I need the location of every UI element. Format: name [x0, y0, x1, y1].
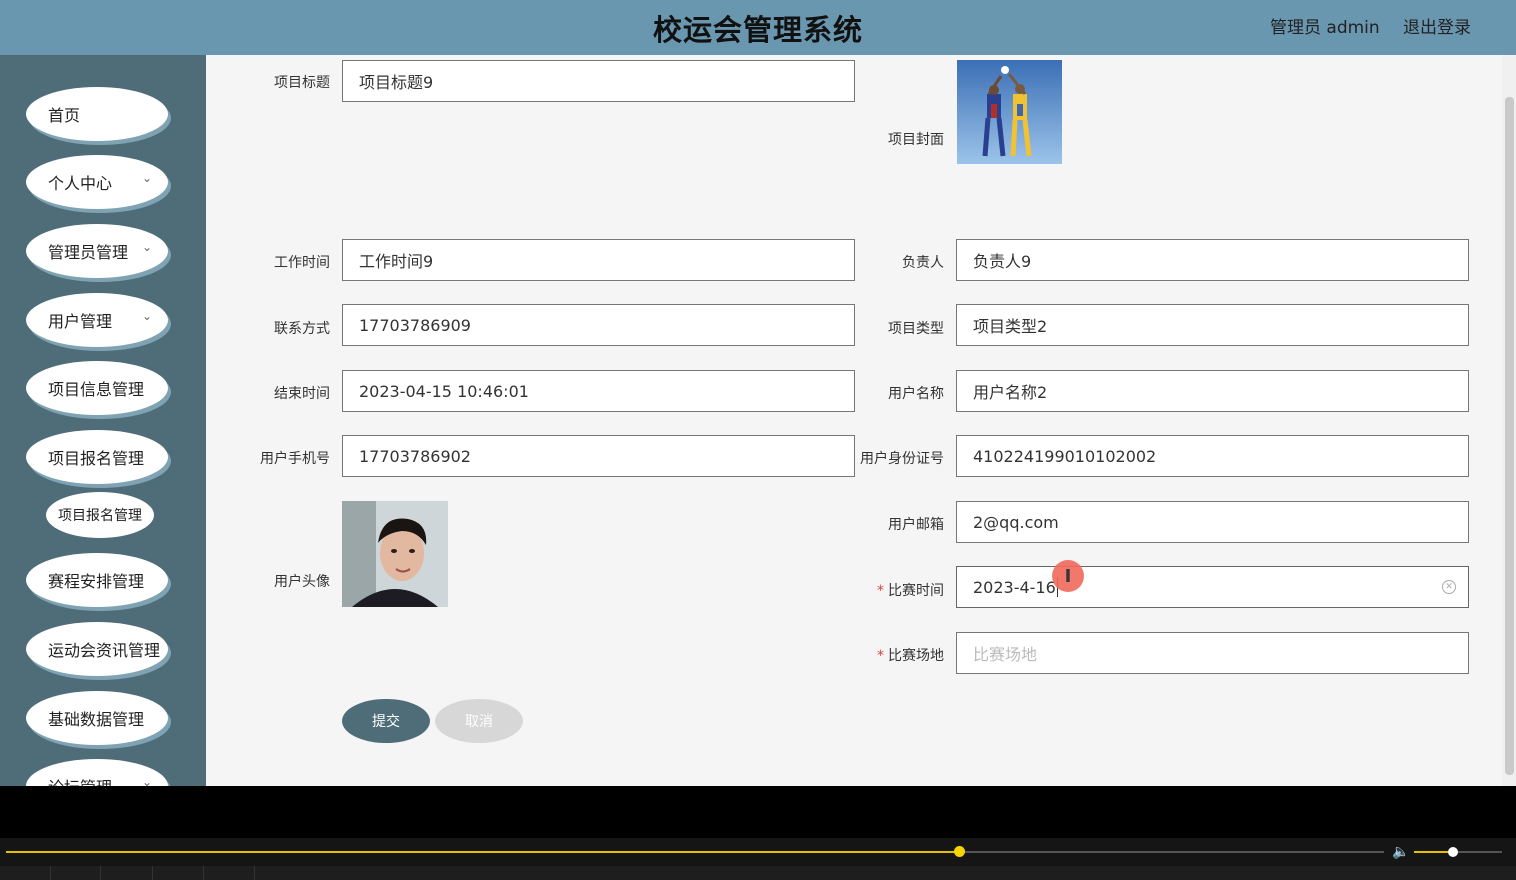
user-name-label: 用户名称 [888, 386, 944, 402]
chevron-down-icon: ⌄ [141, 309, 152, 323]
contact-label: 联系方式 [274, 321, 330, 337]
sidebar-item-base-data[interactable]: 基础数据管理 [26, 691, 168, 745]
match-time-value: 2023-4-16 [973, 577, 1056, 597]
manager-field[interactable]: 负责人9 [956, 239, 1469, 281]
sidebar-item-news[interactable]: 运动会资讯管理 [26, 622, 168, 676]
logout-link[interactable]: 退出登录 [1403, 13, 1471, 38]
match-time-field[interactable]: 2023-4-16 ✕ [956, 566, 1469, 608]
sidebar-item-label: 基础数据管理 [48, 710, 145, 729]
volume-handle[interactable] [1448, 847, 1458, 857]
user-email-field[interactable]: 2@qq.com [956, 501, 1469, 543]
title-label: 项目标题 [274, 75, 330, 91]
sidebar-item-label: 管理员管理 [48, 243, 129, 262]
sidebar-item-label: 首页 [48, 106, 81, 125]
end-time-label: 结束时间 [274, 386, 330, 402]
volume-slider[interactable] [1414, 847, 1502, 857]
work-time-field[interactable]: 工作时间9 [342, 239, 855, 281]
seek-progress [6, 851, 959, 853]
user-phone-field[interactable]: 17703786902 [342, 435, 855, 477]
sidebar-item-admin-management[interactable]: 管理员管理 ⌄ [26, 224, 168, 278]
sidebar-item-home[interactable]: 首页 [26, 87, 168, 141]
sidebar-item-label: 个人中心 [48, 174, 113, 193]
sidebar-item-user-management[interactable]: 用户管理 ⌄ [26, 293, 168, 347]
match-venue-label: * 比赛场地 [877, 648, 944, 664]
sidebar-item-label: 赛程安排管理 [48, 572, 145, 591]
divider [50, 866, 51, 880]
user-id-label: 用户身份证号 [860, 451, 944, 467]
user-name-field[interactable]: 用户名称2 [956, 370, 1469, 412]
sidebar-item-label: 运动会资讯管理 [48, 641, 161, 660]
chevron-down-icon: ⌄ [141, 775, 152, 786]
vertical-scrollbar[interactable] [1502, 55, 1516, 786]
divider [203, 866, 204, 880]
user-phone-label: 用户手机号 [260, 451, 330, 467]
seek-handle[interactable] [954, 846, 965, 857]
match-time-label: * 比赛时间 [877, 583, 944, 599]
required-mark: * [877, 583, 884, 599]
avatar-image [342, 501, 448, 607]
type-field[interactable]: 项目类型2 [956, 304, 1469, 346]
end-time-field[interactable]: 2023-04-15 10:46:01 [342, 370, 855, 412]
cover-image [957, 60, 1062, 164]
scrollbar-thumb[interactable] [1505, 97, 1514, 775]
cancel-button[interactable]: 取消 [435, 699, 523, 743]
match-venue-field[interactable]: 比赛场地 [956, 632, 1469, 674]
divider [100, 866, 101, 880]
clear-icon[interactable]: ✕ [1442, 580, 1456, 594]
current-user[interactable]: 管理员 admin [1270, 13, 1380, 38]
divider [254, 866, 255, 880]
sidebar-item-label: 项目报名管理 [48, 449, 145, 468]
sidebar-item-project-signup[interactable]: 项目报名管理 [26, 430, 168, 484]
type-label: 项目类型 [888, 321, 944, 337]
player-bottom-strip [0, 866, 1516, 880]
chevron-down-icon: ⌄ [141, 240, 152, 254]
top-header: 校运会管理系统 管理员 admin 退出登录 [0, 0, 1516, 55]
sidebar-subitem-project-signup[interactable]: 项目报名管理 [46, 492, 154, 538]
sidebar-item-forum[interactable]: 论坛管理 ⌄ [26, 759, 168, 786]
sidebar-item-label: 论坛管理 [48, 774, 112, 786]
chevron-down-icon: ⌄ [141, 171, 152, 185]
sidebar-item-project-info[interactable]: 项目信息管理 [26, 361, 168, 415]
text-cursor-icon: I [1052, 560, 1084, 592]
cover-label: 项目封面 [888, 132, 944, 148]
sidebar-item-label: 用户管理 [48, 312, 113, 331]
avatar-label: 用户头像 [274, 574, 330, 590]
sidebar: 首页 个人中心 ⌄ 管理员管理 ⌄ 用户管理 ⌄ 项目信息管理 项目报名管理 项目报名… [0, 55, 206, 786]
user-email-label: 用户邮箱 [888, 517, 944, 533]
seek-bar[interactable] [6, 846, 1384, 857]
sidebar-item-label: 项目信息管理 [48, 380, 145, 399]
contact-field[interactable]: 17703786909 [342, 304, 855, 346]
title-field[interactable]: 项目标题9 [342, 60, 855, 102]
sidebar-item-profile[interactable]: 个人中心 ⌄ [26, 155, 168, 209]
manager-label: 负责人 [902, 255, 944, 271]
divider [152, 866, 153, 880]
volume-icon[interactable]: 🔈 [1392, 844, 1409, 860]
sidebar-item-schedule[interactable]: 赛程安排管理 [26, 553, 168, 607]
user-id-field[interactable]: 410224199010102002 [956, 435, 1469, 477]
work-time-label: 工作时间 [274, 255, 330, 271]
main-content: 项目标题 项目标题9 项目封面 工作时间 工作时间9 负责人 负责人9 联系方式… [206, 55, 1502, 786]
required-mark: * [877, 648, 884, 664]
submit-button[interactable]: 提交 [342, 699, 430, 743]
